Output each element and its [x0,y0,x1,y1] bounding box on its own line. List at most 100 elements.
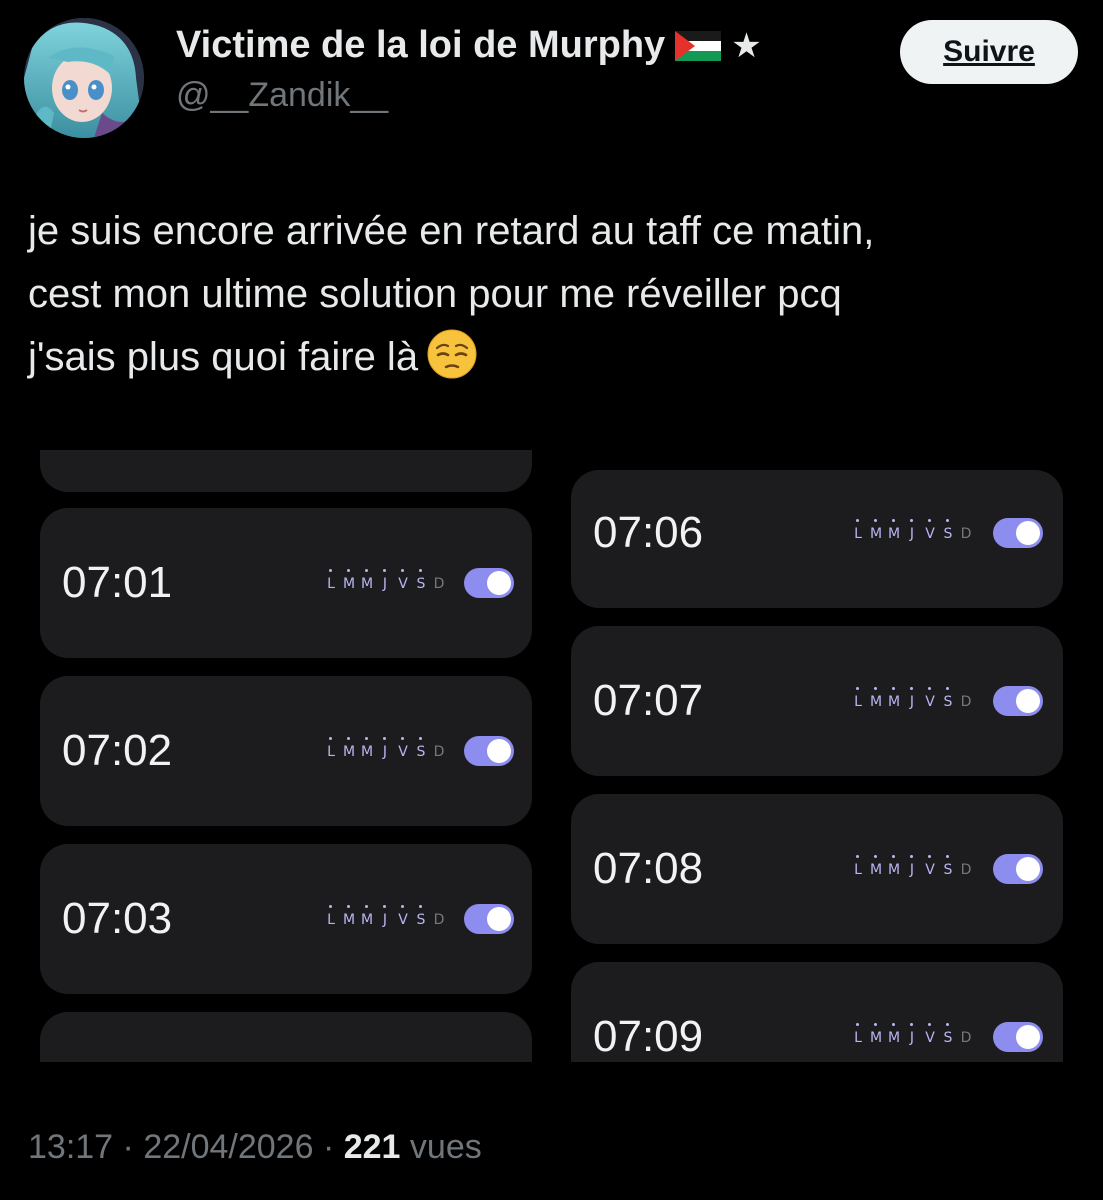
day-label: M [887,855,901,878]
media-image[interactable]: 07:01 L M M J V S D 07:02 L M M J V S D … [28,450,1075,1062]
tweet-line: j'sais plus quoi faire là [28,326,1078,389]
alarm-days: L M M J V S D [851,519,973,542]
day-label: V [923,687,937,710]
alarm-toggle[interactable] [464,736,514,766]
alarm-toggle[interactable] [464,904,514,934]
day-label: L [324,569,338,592]
tweet-line: je suis encore arrivée en retard au taff… [28,209,875,253]
day-label: M [887,687,901,710]
alarm-days: L M M J V S D [324,737,446,760]
day-label: M [360,905,374,928]
alarm-toggle[interactable] [993,518,1043,548]
views-count[interactable]: 221 [344,1128,401,1166]
alarm-time: 07:09 [593,1012,704,1061]
day-label: L [851,855,865,878]
alarm-card-partial [40,450,532,492]
alarm-time: 07:01 [62,558,173,607]
tweet-header: Victime de la loi de Murphy ★ @__Zandik_… [24,18,1078,138]
alarm-toggle[interactable] [993,1022,1043,1052]
day-label: J [905,1023,919,1046]
day-label: M [869,855,883,878]
tweet-text: je suis encore arrivée en retard au taff… [28,200,1078,389]
tweet-time[interactable]: 13:17 [28,1128,113,1166]
day-label: J [905,687,919,710]
day-label: J [905,855,919,878]
alarm-days: L M M J V S D [851,855,973,878]
alarm-card-partial [40,1012,532,1062]
day-label: L [851,1023,865,1046]
day-label: M [360,737,374,760]
day-label: D [433,576,445,592]
day-label: J [378,569,392,592]
display-name[interactable]: Victime de la loi de Murphy [176,24,665,67]
day-label: M [342,905,356,928]
tweet-date[interactable]: 22/04/2026 [143,1128,313,1166]
day-label: M [342,737,356,760]
day-label: V [396,737,410,760]
alarm-time: 07:06 [593,508,704,557]
day-label: V [396,905,410,928]
day-label: S [414,905,428,928]
day-label: V [923,855,937,878]
alarm-card: 07:09 L M M J V S D [571,962,1063,1062]
tweet-meta: 13:17 · 22/04/2026 · 221 vues [28,1128,482,1167]
alarm-card: 07:01 L M M J V S D [40,508,532,658]
alarm-toggle[interactable] [993,686,1043,716]
alarm-time: 07:02 [62,726,173,775]
day-label: J [378,905,392,928]
day-label: D [960,526,972,542]
day-label: S [941,855,955,878]
star-icon: ★ [731,26,762,65]
day-label: L [324,905,338,928]
avatar[interactable] [24,18,144,138]
day-label: D [433,744,445,760]
day-label: M [887,519,901,542]
day-label: D [960,862,972,878]
day-label: M [869,1023,883,1046]
alarm-days: L M M J V S D [851,687,973,710]
user-handle[interactable]: @__Zandik__ [176,76,388,115]
day-label: V [396,569,410,592]
day-label: D [960,1030,972,1046]
views-label: vues [409,1128,482,1166]
day-label: M [869,519,883,542]
alarm-card: 07:08 L M M J V S D [571,794,1063,944]
day-label: V [923,1023,937,1046]
day-label: J [378,737,392,760]
day-label: L [324,737,338,760]
alarm-card: 07:06 L M M J V S D [571,470,1063,608]
day-label: L [851,519,865,542]
alarm-card: 07:07 L M M J V S D [571,626,1063,776]
alarm-time: 07:07 [593,676,704,725]
display-name-row: Victime de la loi de Murphy ★ [176,24,762,67]
day-label: S [941,519,955,542]
day-label: S [941,1023,955,1046]
day-label: V [923,519,937,542]
day-label: M [869,687,883,710]
tweet-line-text: j'sais plus quoi faire là [28,335,419,379]
alarm-card: 07:02 L M M J V S D [40,676,532,826]
alarm-toggle[interactable] [464,568,514,598]
day-label: M [342,569,356,592]
avatar-illustration [24,18,144,138]
day-label: M [887,1023,901,1046]
meta-separator: · [122,1128,134,1166]
alarm-time: 07:08 [593,844,704,893]
day-label: S [941,687,955,710]
alarm-toggle[interactable] [993,854,1043,884]
day-label: S [414,569,428,592]
day-label: S [414,737,428,760]
pleading-face-emoji-icon [426,328,478,380]
alarm-days: L M M J V S D [324,569,446,592]
alarm-days: L M M J V S D [324,905,446,928]
day-label: D [960,694,972,710]
alarm-card: 07:03 L M M J V S D [40,844,532,994]
day-label: M [360,569,374,592]
tweet-line: cest mon ultime solution pour me réveill… [28,272,842,316]
meta-separator: · [322,1128,335,1166]
follow-button[interactable]: Suivre [900,20,1078,84]
day-label: J [905,519,919,542]
day-label: L [851,687,865,710]
alarm-days: L M M J V S D [851,1023,973,1046]
palestine-flag-icon [675,30,722,61]
